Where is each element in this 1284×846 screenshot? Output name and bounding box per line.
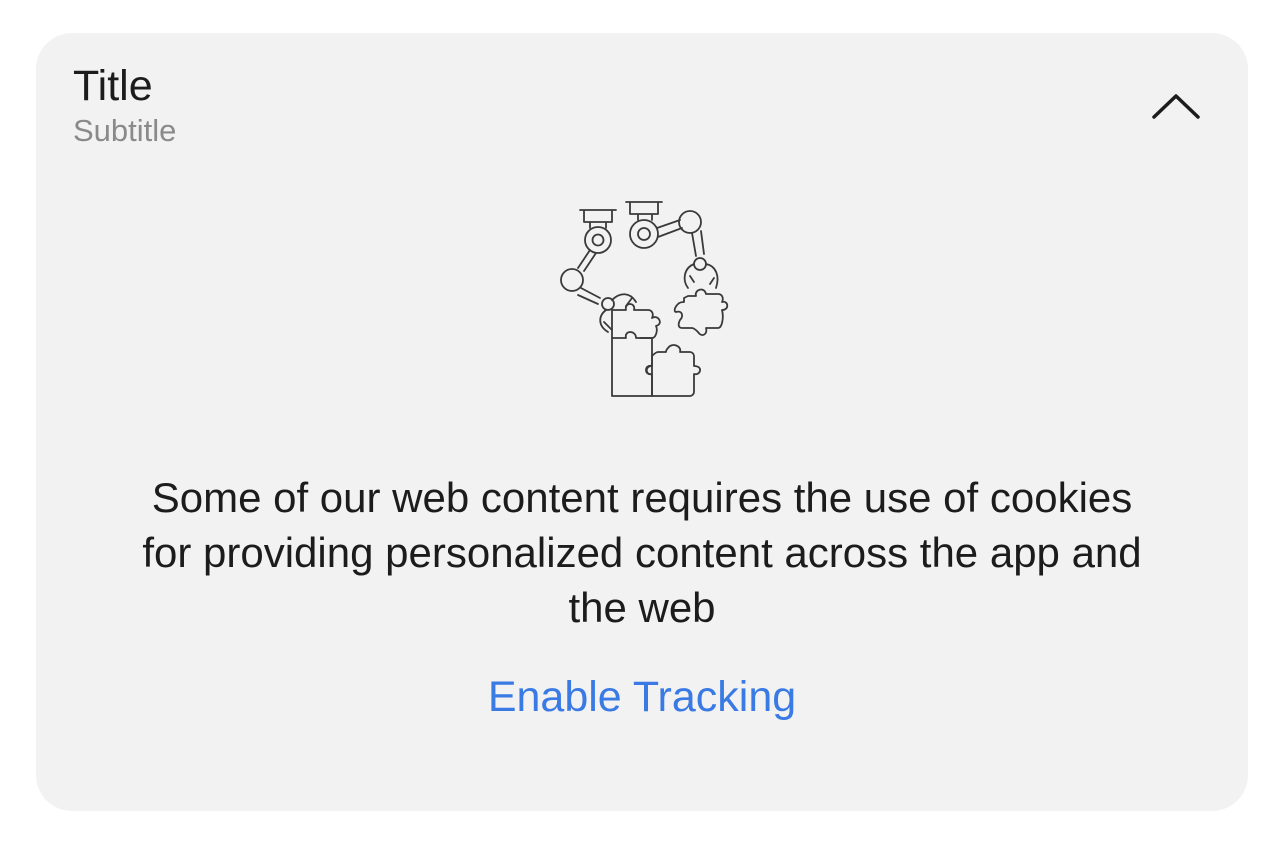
card-title: Title	[73, 62, 153, 110]
card-subtitle: Subtitle	[73, 113, 177, 148]
enable-tracking-button[interactable]: Enable Tracking	[488, 673, 796, 721]
card-header: Title Subtitle	[73, 61, 176, 151]
tracking-message: Some of our web content requires the use…	[142, 474, 1142, 631]
action-row: Enable Tracking	[36, 673, 1248, 722]
collapse-button[interactable]	[1146, 83, 1206, 129]
chevron-up-icon	[1152, 94, 1200, 119]
robot-arms-puzzle-icon	[560, 201, 729, 397]
tracking-card: Title Subtitle Some of our web content r…	[36, 33, 1248, 811]
